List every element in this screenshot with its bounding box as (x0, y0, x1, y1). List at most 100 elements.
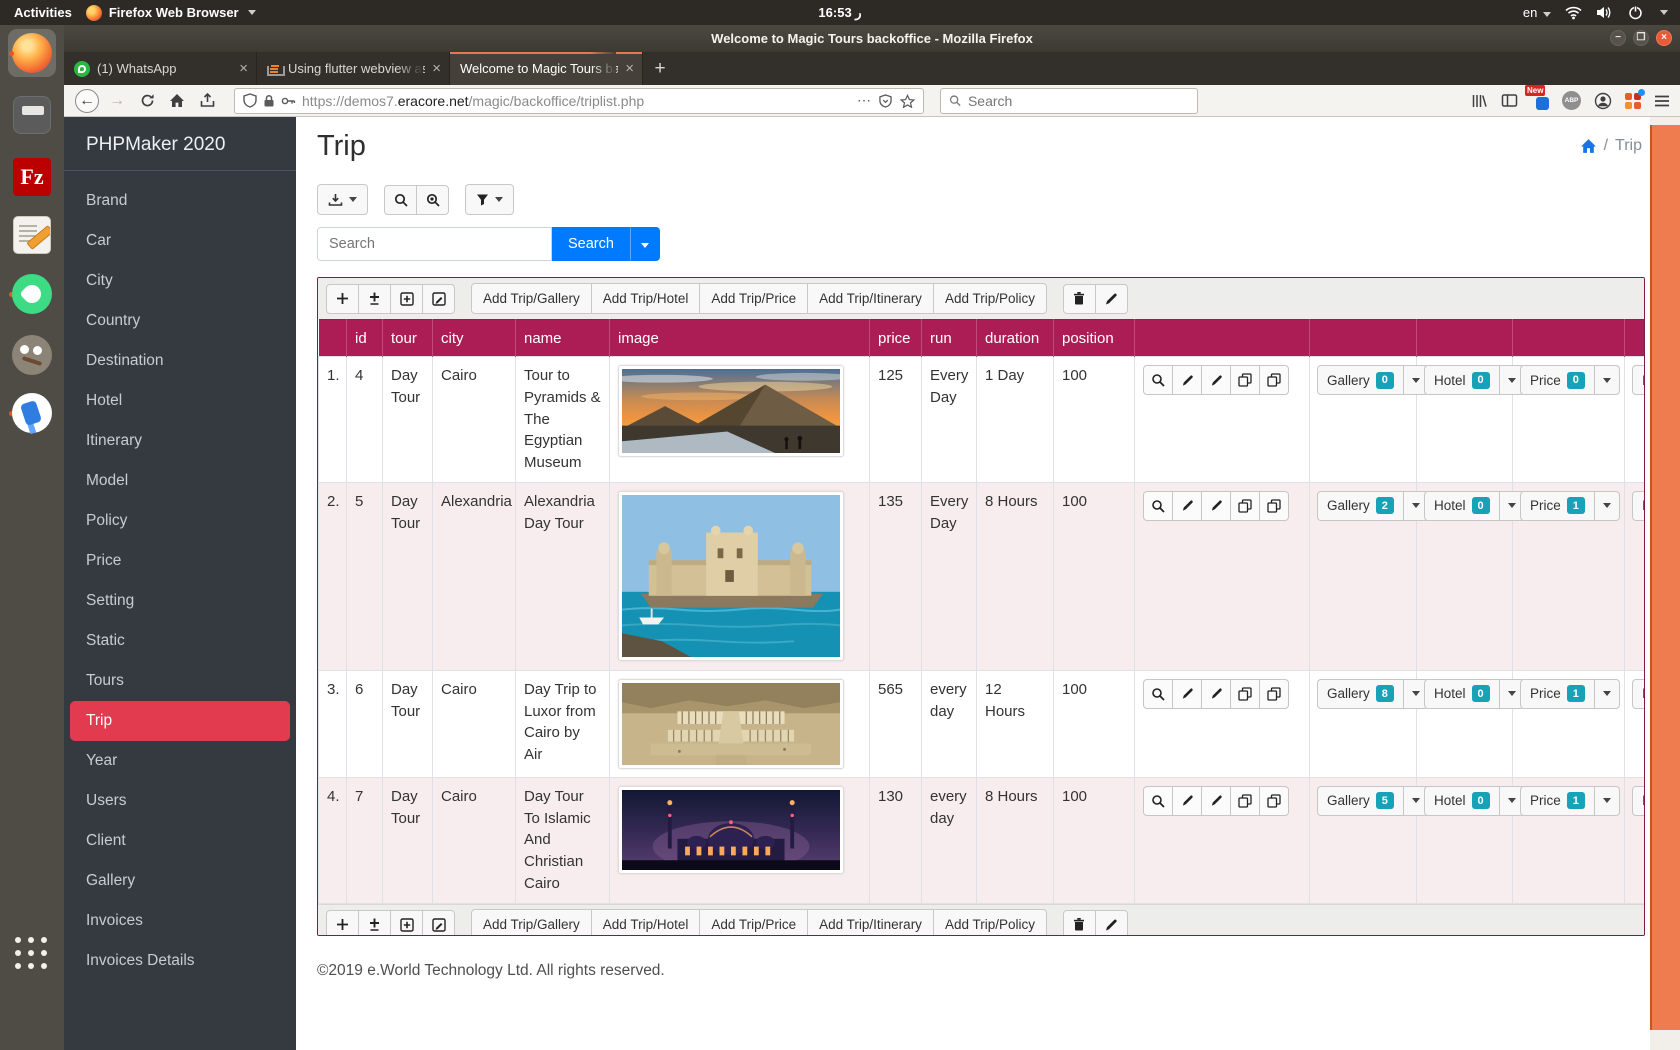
col-id[interactable]: id (347, 320, 383, 357)
volume-icon[interactable] (1596, 5, 1613, 20)
trip-image-citadel[interactable] (618, 491, 844, 661)
itinerary-button[interactable]: Itinerary (1632, 491, 1645, 521)
sidebar-item-price[interactable]: Price (64, 541, 296, 581)
library-icon[interactable] (1471, 93, 1488, 109)
forward-button[interactable]: → (102, 88, 132, 114)
hotel-button[interactable]: Hotel0 (1424, 786, 1500, 816)
add-trip-itinerary-button[interactable]: Add Trip/Itinerary (807, 283, 934, 314)
sidebar-item-invoices-details[interactable]: Invoices Details (64, 941, 296, 981)
gallery-button[interactable]: Gallery2 (1317, 491, 1404, 521)
search-highlight-button[interactable] (416, 185, 449, 215)
col-run[interactable]: run (922, 320, 977, 357)
home-icon[interactable] (1580, 138, 1597, 154)
close-button[interactable]: × (1656, 30, 1672, 46)
col-tour[interactable]: tour (383, 320, 433, 357)
delete-button[interactable] (1063, 284, 1096, 314)
sidebar-item-year[interactable]: Year (64, 741, 296, 781)
sidebar-item-car[interactable]: Car (64, 221, 296, 261)
sidebar-item-itinerary[interactable]: Itinerary (64, 421, 296, 461)
inline-edit-button[interactable] (1201, 786, 1231, 816)
add-trip-gallery-button[interactable]: Add Trip/Gallery (471, 283, 592, 314)
price-dropdown-toggle[interactable] (1594, 679, 1620, 709)
tab-whatsapp[interactable]: (1) WhatsApp × (64, 52, 257, 85)
account-icon[interactable] (1594, 92, 1612, 110)
dock-phone-app[interactable] (8, 389, 56, 437)
copy-button[interactable] (1230, 365, 1260, 395)
price-button[interactable]: Price1 (1520, 679, 1595, 709)
inline-add-button[interactable] (358, 910, 391, 937)
view-button[interactable] (1143, 786, 1173, 816)
edit-button[interactable] (1172, 491, 1202, 521)
hotel-button[interactable]: Hotel0 (1424, 491, 1500, 521)
bookmark-star-icon[interactable] (900, 94, 915, 108)
tab-close-icon[interactable]: × (625, 61, 634, 76)
col-duration[interactable]: duration (977, 320, 1054, 357)
lock-icon[interactable] (263, 94, 275, 108)
view-button[interactable] (1143, 491, 1173, 521)
extension-new-icon[interactable]: New (1531, 92, 1549, 110)
col-name[interactable]: name (516, 320, 610, 357)
sidebar-item-static[interactable]: Static (64, 621, 296, 661)
copy-button[interactable] (1230, 491, 1260, 521)
add-button[interactable] (326, 284, 359, 314)
sidebar-item-city[interactable]: City (64, 261, 296, 301)
tracking-shield-icon[interactable] (243, 93, 257, 108)
delete-button[interactable] (1063, 910, 1096, 937)
export-button[interactable] (317, 184, 368, 215)
price-button[interactable]: Price0 (1520, 365, 1595, 395)
sidebar-item-destination[interactable]: Destination (64, 341, 296, 381)
add-button[interactable] (326, 910, 359, 937)
add-trip-price-button[interactable]: Add Trip/Price (699, 283, 808, 314)
search-input[interactable] (317, 227, 552, 261)
inline-edit-button[interactable] (1201, 365, 1231, 395)
power-icon[interactable] (1627, 5, 1644, 20)
browser-search-bar[interactable] (940, 88, 1198, 114)
hotel-button[interactable]: Hotel0 (1424, 365, 1500, 395)
input-language-indicator[interactable]: en (1523, 5, 1551, 20)
itinerary-button[interactable]: Itinerary (1632, 786, 1645, 816)
sidebar-item-users[interactable]: Users (64, 781, 296, 821)
edit-button[interactable] (1172, 365, 1202, 395)
grid-edit-button[interactable] (422, 910, 455, 937)
back-button[interactable]: ← (72, 88, 102, 114)
extension-icon[interactable] (1625, 93, 1641, 109)
inline-edit-button[interactable] (1201, 679, 1231, 709)
tab-stackoverflow[interactable]: Using flutter webview as × (257, 52, 450, 85)
add-trip-policy-button[interactable]: Add Trip/Policy (933, 283, 1047, 314)
trip-image-mosque-night[interactable] (618, 786, 844, 874)
gallery-button[interactable]: Gallery0 (1317, 365, 1404, 395)
sidebar-item-client[interactable]: Client (64, 821, 296, 861)
system-menu-chevron-icon[interactable] (1660, 10, 1668, 15)
wifi-icon[interactable] (1565, 5, 1582, 20)
add-trip-itinerary-button[interactable]: Add Trip/Itinerary (807, 909, 934, 936)
page-scrollbar-thumb[interactable] (1650, 125, 1680, 1030)
itinerary-button[interactable]: Itinerary (1632, 679, 1645, 709)
window-titlebar[interactable]: Welcome to Magic Tours backoffice - Mozi… (64, 25, 1680, 52)
view-button[interactable] (1143, 365, 1173, 395)
trip-image-luxor-temple[interactable] (618, 679, 844, 769)
gallery-button[interactable]: Gallery8 (1317, 679, 1404, 709)
price-dropdown-toggle[interactable] (1594, 786, 1620, 816)
search-dropdown-toggle[interactable] (630, 227, 660, 261)
col-city[interactable]: city (433, 320, 516, 357)
dock-filezilla[interactable]: Fz (8, 153, 56, 201)
tab-magic-tours[interactable]: Welcome to Magic Tours bac × (450, 52, 643, 85)
trip-image-pyramids[interactable] (618, 365, 844, 457)
home-button[interactable] (162, 88, 192, 114)
minimize-button[interactable]: − (1610, 30, 1626, 46)
tab-close-icon[interactable]: × (432, 61, 441, 76)
sidebar-item-country[interactable]: Country (64, 301, 296, 341)
browser-search-input[interactable] (968, 93, 1189, 109)
inline-add-button[interactable] (358, 284, 391, 314)
col-position[interactable]: position (1054, 320, 1135, 357)
maximize-button[interactable]: ❐ (1633, 30, 1649, 46)
sidebar-item-invoices[interactable]: Invoices (64, 901, 296, 941)
price-dropdown-toggle[interactable] (1594, 491, 1620, 521)
multi-edit-button[interactable] (1095, 910, 1128, 937)
multi-edit-button[interactable] (1095, 284, 1128, 314)
itinerary-button[interactable]: Itinerary (1632, 365, 1645, 395)
inline-copy-button[interactable] (1259, 365, 1289, 395)
filter-button[interactable] (465, 184, 514, 215)
col-image[interactable]: image (610, 320, 870, 357)
sidebar-item-hotel[interactable]: Hotel (64, 381, 296, 421)
